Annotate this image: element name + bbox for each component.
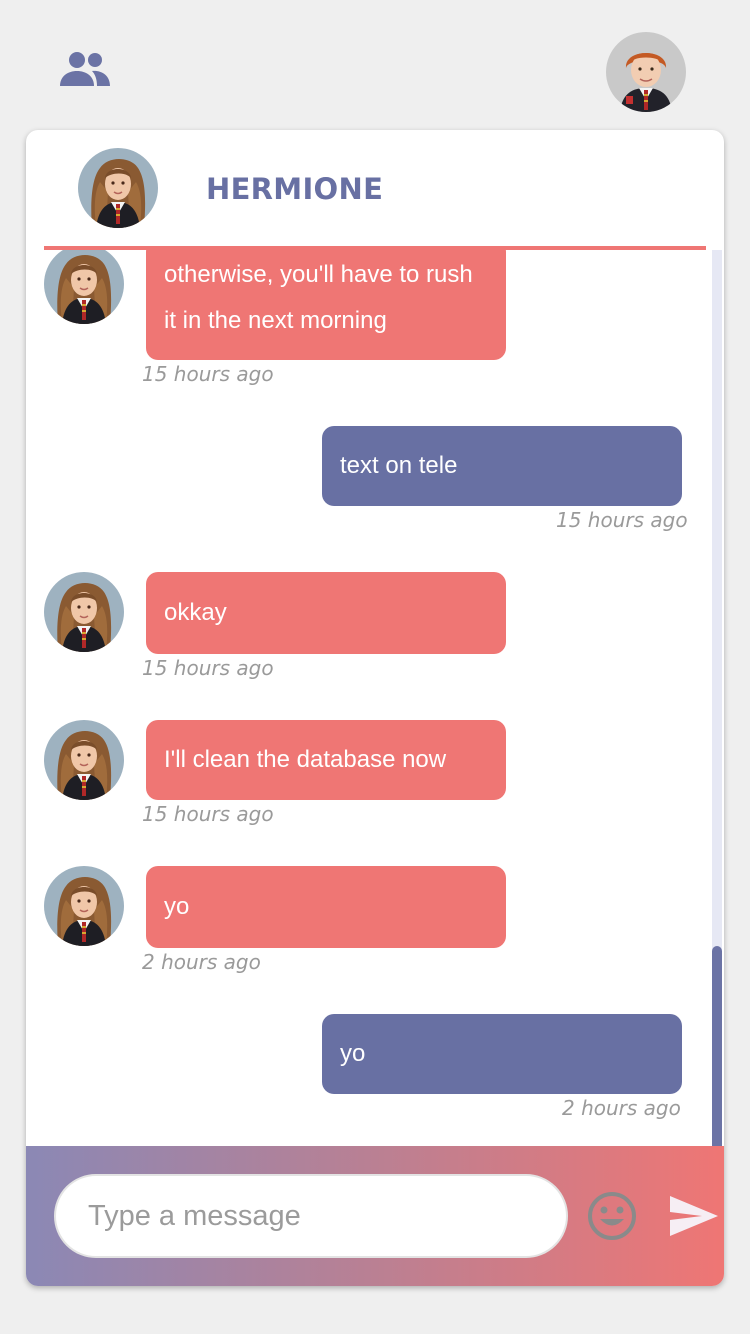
- message-list[interactable]: otherwise, you'll have to rush it in the…: [26, 250, 712, 1146]
- message-text: it in the next morning: [164, 307, 387, 334]
- message-time: 15 hours ago: [556, 508, 688, 532]
- message-time: 15 hours ago: [142, 362, 274, 386]
- contact-name: HERMIONE: [206, 172, 384, 206]
- smiley-icon[interactable]: [586, 1190, 638, 1242]
- message-avatar: [44, 720, 124, 800]
- message-bubble-incoming: otherwise, you'll have to rush it in the…: [146, 250, 506, 360]
- message-text: yo: [164, 893, 190, 920]
- message-bubble-incoming: yo: [146, 866, 506, 948]
- people-icon[interactable]: [58, 50, 112, 88]
- message-avatar: [44, 250, 124, 324]
- message-bubble-incoming: I'll clean the database now: [146, 720, 506, 800]
- chat-card: HERMIONE otherwise, you'll have to rush …: [26, 130, 724, 1286]
- message-text: okkay: [164, 599, 227, 626]
- message-time: 15 hours ago: [142, 656, 274, 680]
- message-time: 2 hours ago: [142, 950, 261, 974]
- message-time: 2 hours ago: [562, 1096, 681, 1120]
- message-time: 15 hours ago: [142, 802, 274, 826]
- send-icon[interactable]: [668, 1194, 720, 1238]
- message-input[interactable]: [54, 1174, 568, 1258]
- chat-header: HERMIONE: [44, 130, 706, 250]
- message-composer: [26, 1146, 724, 1286]
- message-avatar: [44, 572, 124, 652]
- message-text: yo: [340, 1040, 366, 1067]
- contact-avatar[interactable]: [78, 148, 158, 228]
- top-bar: [0, 0, 750, 130]
- message-bubble-incoming: okkay: [146, 572, 506, 654]
- message-bubble-outgoing: yo: [322, 1014, 682, 1094]
- message-avatar: [44, 866, 124, 946]
- message-text: text on tele: [340, 452, 458, 479]
- user-avatar[interactable]: [606, 32, 686, 112]
- message-bubble-outgoing: text on tele: [322, 426, 682, 506]
- message-text: otherwise, you'll have to rush: [164, 261, 473, 288]
- scrollbar-thumb[interactable]: [712, 946, 722, 1156]
- message-text: I'll clean the database now: [164, 746, 447, 773]
